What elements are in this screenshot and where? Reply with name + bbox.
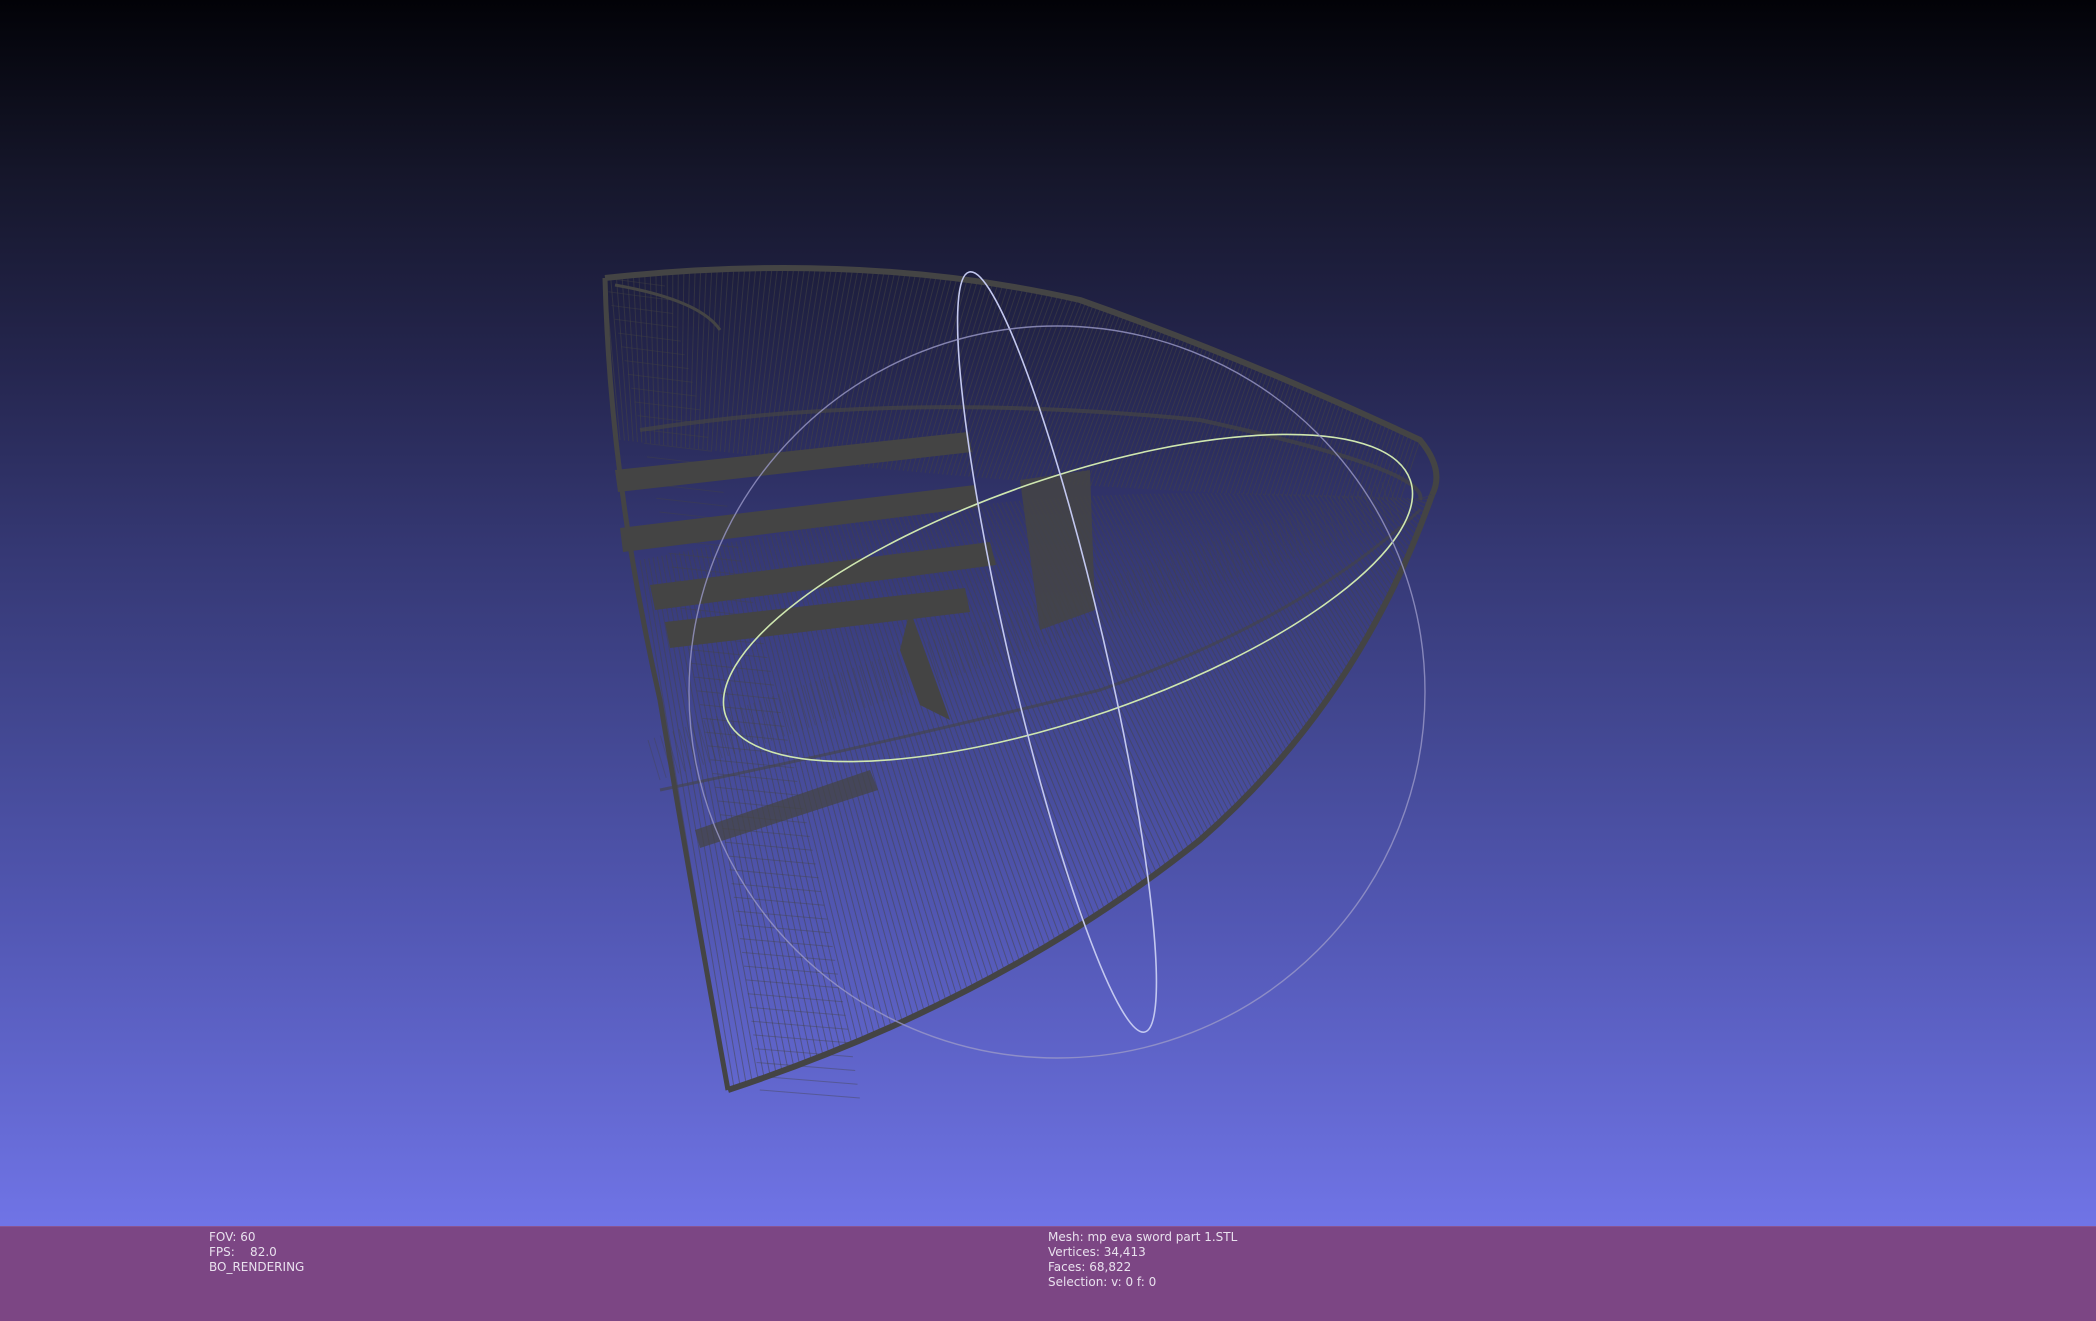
fov-readout: FOV: 60: [209, 1230, 256, 1244]
mesh-block: [1020, 470, 1095, 630]
render-mode-readout: BO_RENDERING: [209, 1260, 305, 1274]
status-info-bar: FOV: 60 FPS: 82.0 BO_RENDERING Mesh: mp …: [0, 1226, 2096, 1321]
faces-readout: Faces: 68,822: [1048, 1260, 1132, 1274]
mesh-info-panel: Mesh: mp eva sword part 1.STL Vertices: …: [1048, 1230, 1237, 1290]
mesh-slot-1: [615, 432, 972, 492]
selection-readout: Selection: v: 0 f: 0: [1048, 1275, 1157, 1289]
mesh-name-readout: Mesh: mp eva sword part 1.STL: [1048, 1230, 1238, 1244]
render-info-panel: FOV: 60 FPS: 82.0 BO_RENDERING: [209, 1230, 304, 1275]
fps-readout: FPS: 82.0: [209, 1245, 277, 1259]
mesh-canvas[interactable]: [0, 0, 2096, 1226]
3d-viewport[interactable]: [0, 0, 2096, 1226]
vertices-readout: Vertices: 34,413: [1048, 1245, 1146, 1259]
